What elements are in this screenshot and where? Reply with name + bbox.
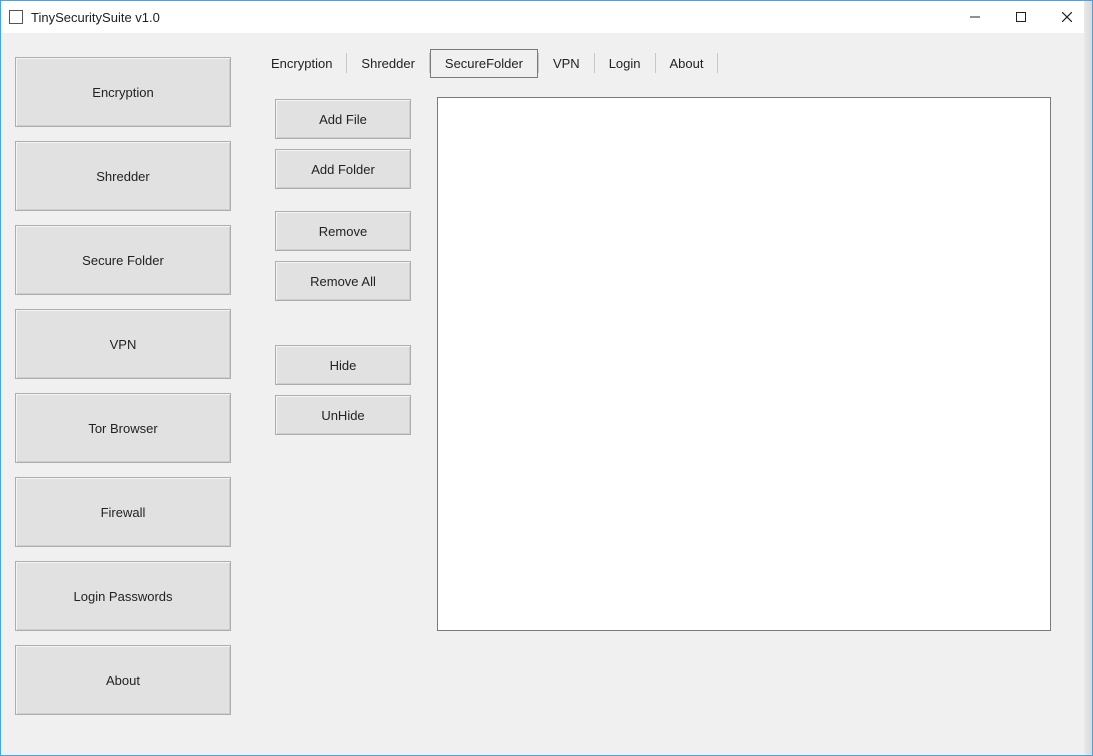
sidebar-item-label: Firewall <box>101 505 146 520</box>
sidebar-item-shredder[interactable]: Shredder <box>15 141 231 211</box>
tab-label: Encryption <box>271 56 332 71</box>
button-label: Remove All <box>310 274 376 289</box>
remove-all-button[interactable]: Remove All <box>275 261 411 301</box>
maximize-button[interactable] <box>998 1 1044 33</box>
sidebar-item-firewall[interactable]: Firewall <box>15 477 231 547</box>
sidebar-item-label: Shredder <box>96 169 149 184</box>
sidebar-item-tor-browser[interactable]: Tor Browser <box>15 393 231 463</box>
app-icon <box>9 10 23 24</box>
button-label: Hide <box>330 358 357 373</box>
action-button-column: Add File Add Folder Remove Remove All Hi… <box>275 99 411 435</box>
tab-label: VPN <box>553 56 580 71</box>
content-area: Encryption Shredder SecureFolder VPN Log… <box>251 47 1078 749</box>
tab-label: About <box>670 56 704 71</box>
tab-login[interactable]: Login <box>595 50 655 77</box>
maximize-icon <box>1016 12 1026 22</box>
sidebar-item-label: Tor Browser <box>88 421 157 436</box>
titlebar[interactable]: TinySecuritySuite v1.0 <box>1 1 1092 33</box>
sidebar-item-label: About <box>106 673 140 688</box>
file-list[interactable] <box>437 97 1051 631</box>
button-label: Add Folder <box>311 162 375 177</box>
minimize-button[interactable] <box>952 1 998 33</box>
button-label: Add File <box>319 112 367 127</box>
sidebar-item-vpn[interactable]: VPN <box>15 309 231 379</box>
sidebar-item-about[interactable]: About <box>15 645 231 715</box>
button-label: UnHide <box>321 408 364 423</box>
client-area: Encryption Shredder Secure Folder VPN To… <box>1 33 1084 755</box>
button-label: Remove <box>319 224 367 239</box>
sidebar: Encryption Shredder Secure Folder VPN To… <box>15 57 231 715</box>
tab-separator <box>717 53 718 73</box>
remove-button[interactable]: Remove <box>275 211 411 251</box>
window-right-scrollbar[interactable] <box>1084 1 1092 755</box>
tab-label: Login <box>609 56 641 71</box>
minimize-icon <box>970 12 980 22</box>
sidebar-item-secure-folder[interactable]: Secure Folder <box>15 225 231 295</box>
tab-label: Shredder <box>361 56 414 71</box>
tab-about[interactable]: About <box>656 50 718 77</box>
hide-button[interactable]: Hide <box>275 345 411 385</box>
unhide-button[interactable]: UnHide <box>275 395 411 435</box>
sidebar-item-login-passwords[interactable]: Login Passwords <box>15 561 231 631</box>
add-file-button[interactable]: Add File <box>275 99 411 139</box>
close-icon <box>1062 12 1072 22</box>
tab-encryption[interactable]: Encryption <box>257 50 346 77</box>
app-window: TinySecuritySuite v1.0 Encryption Shredd… <box>0 0 1093 756</box>
tab-shredder[interactable]: Shredder <box>347 50 428 77</box>
add-folder-button[interactable]: Add Folder <box>275 149 411 189</box>
window-title: TinySecuritySuite v1.0 <box>31 10 160 25</box>
sidebar-item-label: VPN <box>110 337 137 352</box>
sidebar-item-label: Secure Folder <box>82 253 164 268</box>
tab-secure-folder[interactable]: SecureFolder <box>430 49 538 78</box>
secure-folder-panel: Add File Add Folder Remove Remove All Hi… <box>251 97 1078 749</box>
sidebar-item-encryption[interactable]: Encryption <box>15 57 231 127</box>
sidebar-item-label: Encryption <box>92 85 153 100</box>
tab-strip: Encryption Shredder SecureFolder VPN Log… <box>251 47 1078 79</box>
sidebar-item-label: Login Passwords <box>74 589 173 604</box>
tab-label: SecureFolder <box>445 56 523 71</box>
tab-vpn[interactable]: VPN <box>539 50 594 77</box>
window-controls <box>952 1 1090 33</box>
